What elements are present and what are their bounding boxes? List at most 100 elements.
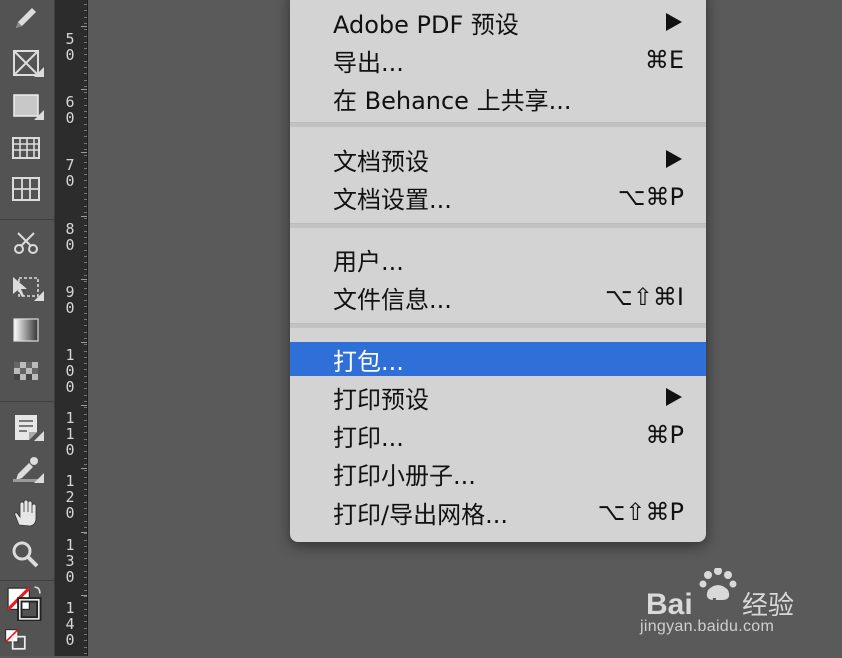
ruler-label-digit: 3 [65,552,75,570]
ruler-minor-tick [84,17,87,18]
ruler-minor-tick [84,67,87,68]
ruler-minor-tick [84,477,87,478]
ruler-major-tick [81,216,87,217]
scissors-tool[interactable] [6,226,46,260]
pencil-tool[interactable] [6,2,46,36]
menu-item-shortcut: ⌘E [644,46,684,74]
ruler-minor-tick [84,647,87,648]
menu-item[interactable]: 文档预设 [290,142,706,176]
ruler-minor-tick [84,514,87,515]
ruler-minor-tick [84,609,87,610]
ruler-minor-tick [84,29,87,30]
hand-tool[interactable] [6,496,46,530]
ruler-minor-tick [84,250,87,251]
ruler-minor-tick [84,527,87,528]
menu-item[interactable]: 在 Behance 上共享... [290,81,706,115]
ruler-minor-tick [84,571,87,572]
ruler-minor-tick [84,149,87,150]
zoom-icon [12,541,39,568]
menu-item-label: Adobe PDF 预设 [333,10,519,39]
menu-item[interactable]: 打印小册子... [290,456,706,490]
menu-item[interactable]: 打印/导出网格... ⌥⇧⌘P [290,495,706,529]
vertical-ruler[interactable]: 5060708090100110120130140 [55,0,88,656]
ruler-minor-tick [84,420,87,421]
ruler-label-digit: 1 [65,536,75,554]
ruler-minor-tick [84,61,87,62]
ruler-minor-tick [84,495,87,496]
hand-icon [14,499,37,527]
more-tools-indicator [34,291,44,301]
menu-item-shortcut: ⌥⇧⌘I [605,283,684,311]
ruler-minor-tick [84,540,87,541]
menu-item[interactable]: Adobe PDF 预设 [290,5,706,39]
ruler-minor-tick [84,483,87,484]
ruler-minor-tick [84,10,87,11]
menu-item[interactable]: 文档设置... ⌥⌘P [290,180,706,214]
ruler-minor-tick [84,23,87,24]
rectangle-tool[interactable] [6,89,46,123]
ruler-minor-tick [84,174,87,175]
ruler-label-digit: 6 [65,93,75,111]
menu-item[interactable]: 打印... ⌘P [290,418,706,452]
note-tool[interactable] [6,410,46,444]
more-tools-indicator [34,431,44,441]
ruler-minor-tick [84,48,87,49]
fill-stroke-control[interactable] [4,586,44,621]
menu-separator [290,122,706,127]
ruler-minor-tick [84,615,87,616]
submenu-arrow-icon [666,388,682,406]
menu-item-label: 打包... [333,347,404,376]
ruler-minor-tick [84,558,87,559]
ruler-label-digit: 7 [65,156,75,174]
free-transform-tool[interactable] [6,270,46,304]
ruler-label-digit: 0 [65,299,75,317]
menu-item-shortcut: ⌘P [645,421,684,449]
ruler-minor-tick [84,344,87,345]
ruler-minor-tick [84,432,87,433]
menu-item[interactable]: 用户... [290,242,706,276]
menu-item[interactable]: 导出... ⌘E [290,43,706,77]
ruler-minor-tick [84,80,87,81]
ruler-minor-tick [84,294,87,295]
ruler-minor-tick [84,262,87,263]
ruler-label-digit: 0 [65,378,75,396]
ruler-minor-tick [84,357,87,358]
ruler-label-digit: 4 [65,615,75,633]
table-tool[interactable] [6,131,46,165]
ruler-label-digit: 1 [65,409,75,427]
more-tools-indicator [34,110,44,120]
menu-item-label: 用户... [333,247,404,276]
fill-stroke-icon [6,586,42,621]
menu-item-label: 文档设置... [333,185,452,214]
ruler-minor-tick [84,628,87,629]
ruler-minor-tick [84,382,87,383]
gradient-swatch-tool[interactable] [6,313,46,347]
ruler-minor-tick [84,640,87,641]
ruler-minor-tick [84,325,87,326]
toolbar-divider [0,219,54,220]
ruler-major-tick [81,468,87,469]
watermark-du-text: du [704,594,731,619]
ruler-minor-tick [84,300,87,301]
submenu-arrow-icon [666,150,682,168]
gradient-feather-tool[interactable] [6,354,46,388]
watermark-bai-text: Bai [646,588,693,621]
menu-item[interactable]: 文件信息... ⌥⇧⌘I [290,280,706,314]
ruler-minor-tick [84,319,87,320]
grid-tool[interactable] [6,172,46,206]
ruler-minor-tick [84,168,87,169]
rectangle-frame-tool[interactable] [6,46,46,80]
ruler-minor-tick [84,489,87,490]
ruler-minor-tick [84,464,87,465]
formatting-control[interactable] [2,624,32,658]
ruler-minor-tick [84,212,87,213]
ruler-major-tick [81,89,87,90]
eyedropper-tool[interactable] [6,452,46,486]
ruler-minor-tick [84,98,87,99]
menu-item[interactable]: 打印预设 [290,380,706,414]
menu-item[interactable]: 打包... [290,342,706,376]
menu-item-label: 打印小册子... [333,461,476,490]
ruler-minor-tick [84,42,87,43]
ruler-label-digit: 0 [65,109,75,127]
zoom-tool[interactable] [6,537,46,571]
